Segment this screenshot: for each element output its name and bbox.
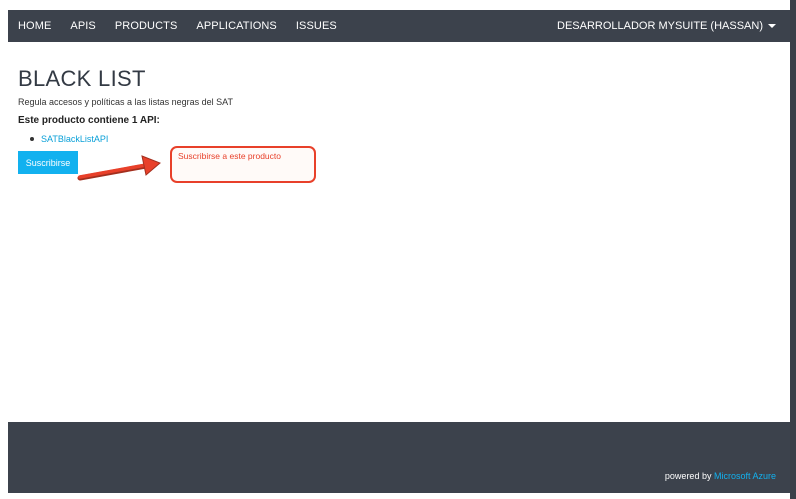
chevron-down-icon	[768, 24, 776, 28]
subscribe-button[interactable]: Suscribirse	[18, 151, 78, 174]
nav-apis[interactable]: APIS	[70, 20, 95, 32]
api-link[interactable]: SATBlackListAPI	[41, 134, 108, 144]
bullet-icon	[30, 137, 34, 141]
page-title: BLACK LIST	[18, 66, 146, 91]
user-menu[interactable]: DESARROLLADOR MYSUITE (HASSAN)	[557, 20, 776, 32]
annotation-callout: Suscribirse a este producto	[170, 146, 316, 183]
window-edge	[790, 0, 796, 499]
powered-by: powered by Microsoft Azure	[665, 471, 776, 481]
annotation-arrow-icon	[77, 155, 161, 181]
page-footer: powered by Microsoft Azure	[8, 422, 790, 493]
main-content: BLACK LIST Regula accesos y políticas a …	[8, 42, 778, 422]
nav-links: HOME APIS PRODUCTS APPLICATIONS ISSUES	[18, 20, 356, 32]
nav-applications[interactable]: APPLICATIONS	[196, 20, 276, 32]
nav-products[interactable]: PRODUCTS	[115, 20, 178, 32]
api-count-heading: Este producto contiene 1 API:	[18, 115, 160, 126]
annotation-text: Suscribirse a este producto	[178, 151, 281, 161]
nav-issues[interactable]: ISSUES	[296, 20, 337, 32]
top-navbar: HOME APIS PRODUCTS APPLICATIONS ISSUES D…	[8, 10, 790, 42]
microsoft-azure-link[interactable]: Microsoft Azure	[714, 471, 776, 481]
powered-prefix: powered by	[664, 471, 712, 481]
bottom-margin	[0, 493, 796, 499]
list-item: SATBlackListAPI	[30, 134, 108, 144]
top-margin	[0, 0, 796, 10]
api-list: SATBlackListAPI	[30, 134, 108, 144]
user-menu-label: DESARROLLADOR MYSUITE (HASSAN)	[557, 20, 763, 32]
nav-home[interactable]: HOME	[18, 20, 51, 32]
product-description: Regula accesos y políticas a las listas …	[18, 97, 233, 107]
